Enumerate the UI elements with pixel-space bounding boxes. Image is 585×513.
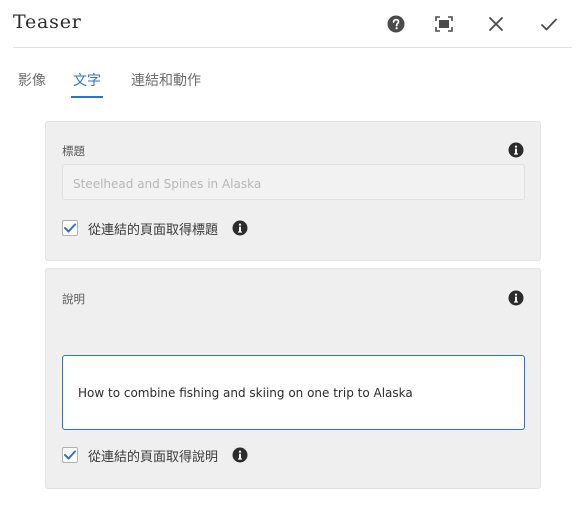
dialog-header: Teaser: [0, 0, 585, 48]
tab-link-and-actions[interactable]: 連結和動作: [131, 70, 201, 98]
description-panel: 說明 How to combine fishing and skiing on …: [45, 268, 541, 489]
title-from-page-label: 從連結的頁面取得標題: [88, 222, 219, 238]
info-icon[interactable]: [232, 447, 248, 463]
description-text: How to combine fishing and skiing on one…: [78, 385, 413, 400]
fullscreen-button[interactable]: [432, 12, 456, 36]
close-button[interactable]: [484, 12, 508, 36]
title-input[interactable]: Steelhead and Spines in Alaska: [62, 164, 525, 200]
title-from-page-checkbox[interactable]: [62, 220, 78, 236]
tab-bar: 影像 文字 連結和動作: [0, 64, 585, 104]
description-from-page-checkbox[interactable]: [62, 447, 78, 463]
info-icon[interactable]: [232, 220, 248, 236]
dialog-title: Teaser: [13, 11, 82, 33]
checkmark-icon: [64, 450, 76, 460]
help-icon: [387, 15, 405, 33]
fullscreen-icon: [435, 16, 453, 32]
done-button[interactable]: [537, 12, 561, 36]
active-tab-indicator: [71, 96, 103, 98]
teaser-dialog: Teaser 影像 文字 連結和動作 標題 Steelhead and Spin…: [0, 0, 585, 513]
title-panel: 標題 Steelhead and Spines in Alaska 從連結的頁面…: [45, 121, 541, 261]
tab-text[interactable]: 文字: [73, 70, 101, 98]
description-field-label: 說明: [62, 292, 85, 306]
checkmark-icon: [64, 223, 76, 233]
description-from-page-label: 從連結的頁面取得說明: [88, 449, 219, 465]
close-icon: [489, 17, 503, 31]
tab-image[interactable]: 影像: [18, 70, 46, 98]
info-icon[interactable]: [508, 290, 524, 306]
header-divider: [13, 47, 572, 48]
description-textarea[interactable]: How to combine fishing and skiing on one…: [62, 355, 525, 430]
checkmark-icon: [541, 18, 557, 30]
title-from-page-row: 從連結的頁面取得標題: [62, 219, 248, 238]
info-icon[interactable]: [508, 142, 524, 158]
title-field-label: 標題: [62, 144, 85, 158]
help-button[interactable]: [384, 12, 408, 36]
description-from-page-row: 從連結的頁面取得說明: [62, 446, 248, 465]
